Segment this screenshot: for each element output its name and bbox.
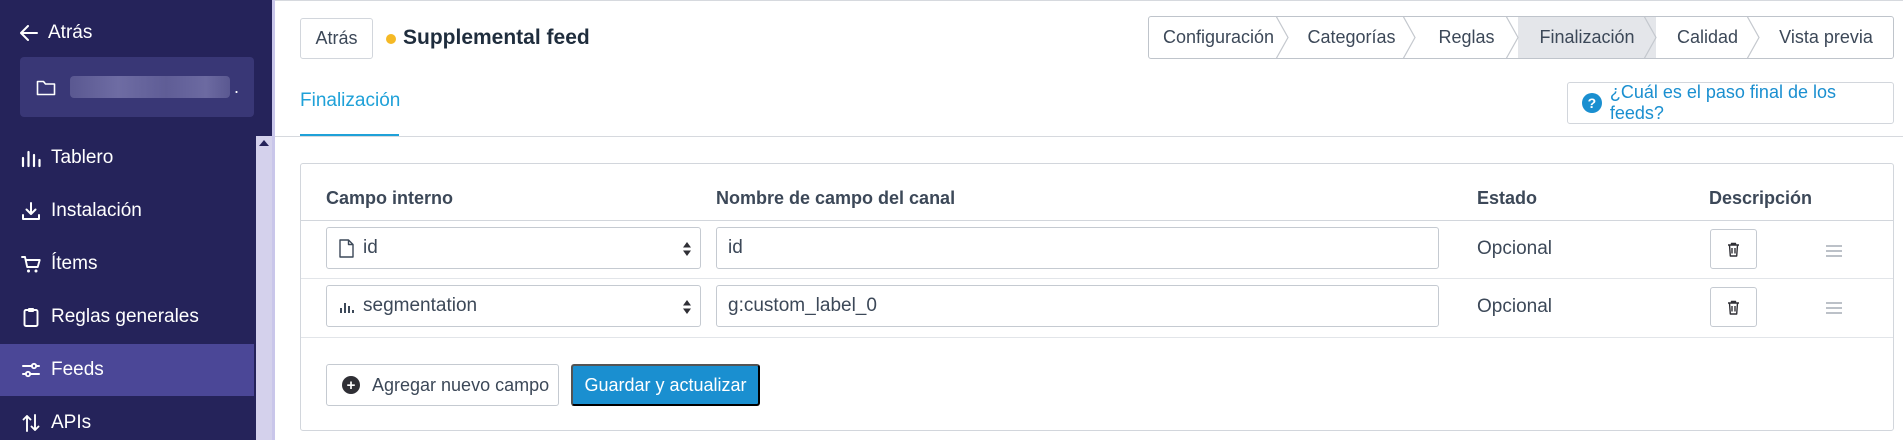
- sidebar-item-label: Ítems: [51, 253, 98, 274]
- drag-handle-icon[interactable]: [1825, 243, 1843, 259]
- step-label: Categorías: [1307, 27, 1396, 47]
- step-reglas[interactable]: Reglas: [1415, 17, 1519, 58]
- tab-finalizacion[interactable]: Finalización: [300, 90, 400, 112]
- add-field-label: Agregar nuevo campo: [372, 374, 550, 395]
- step-calidad[interactable]: Calidad: [1656, 17, 1760, 58]
- internal-field-value: segmentation: [363, 295, 478, 316]
- sidebar-item-reglas-generales[interactable]: Reglas generales: [0, 291, 254, 343]
- column-header-description: Descripción: [1709, 188, 1813, 208]
- internal-field-value: id: [363, 237, 378, 258]
- add-field-button[interactable]: + Agregar nuevo campo: [326, 364, 559, 406]
- tabs-divider: [275, 136, 1903, 137]
- sidebar-item-apis[interactable]: APIs: [0, 397, 254, 440]
- step-label: Vista previa: [1779, 27, 1873, 47]
- channel-field-value: g:custom_label_0: [728, 295, 877, 316]
- channel-field-input[interactable]: g:custom_label_0: [716, 285, 1439, 327]
- step-label: Configuración: [1162, 27, 1275, 47]
- project-name-suffix: .: [234, 76, 240, 97]
- question-circle-icon: ?: [1582, 93, 1602, 113]
- internal-field-select[interactable]: id: [326, 227, 701, 269]
- page-title: Supplemental feed: [403, 26, 590, 49]
- sidebar: Atrás . Tablero Instalación Ítems Reglas…: [0, 0, 272, 440]
- step-separator: [1403, 17, 1416, 58]
- bar-chart-icon: [337, 296, 355, 316]
- sidebar-item-label: Feeds: [51, 359, 104, 380]
- step-label: Calidad: [1676, 27, 1739, 47]
- sliders-icon: [22, 362, 40, 378]
- step-label: Reglas: [1438, 27, 1495, 47]
- sidebar-scrollbar[interactable]: [256, 136, 272, 440]
- clipboard-icon: [23, 308, 39, 327]
- file-icon: [337, 238, 355, 258]
- channel-field-value: id: [728, 237, 743, 258]
- step-separator: [1644, 17, 1657, 58]
- sidebar-item-instalacion[interactable]: Instalación: [0, 185, 254, 237]
- step-configuracion[interactable]: Configuración: [1149, 17, 1289, 58]
- header-divider: [301, 220, 1893, 221]
- select-arrows-icon: [683, 242, 691, 256]
- sidebar-back-label: Atrás: [48, 22, 93, 43]
- trash-icon: [1728, 242, 1739, 257]
- plus-circle-icon: +: [342, 376, 360, 394]
- sidebar-item-tablero[interactable]: Tablero: [0, 132, 254, 184]
- step-label: Finalización: [1539, 27, 1635, 47]
- row-divider: [301, 337, 1893, 338]
- cart-icon: [21, 256, 41, 273]
- delete-field-button[interactable]: [1710, 229, 1757, 269]
- project-name-redacted: [70, 76, 230, 98]
- sidebar-item-label: Reglas generales: [51, 306, 199, 327]
- wizard-stepper: Configuración Categorías Reglas Finaliza…: [1148, 16, 1894, 59]
- trash-icon: [1728, 300, 1739, 315]
- sidebar-item-label: Tablero: [51, 147, 114, 168]
- download-icon: [22, 202, 40, 220]
- scroll-up-arrow-icon[interactable]: [259, 140, 269, 146]
- column-header-channel: Nombre de campo del canal: [716, 188, 956, 208]
- field-status: Opcional: [1477, 238, 1552, 259]
- sidebar-item-items[interactable]: Ítems: [0, 238, 254, 290]
- arrow-left-icon: [20, 25, 38, 41]
- step-finalizacion[interactable]: Finalización: [1518, 17, 1657, 58]
- help-label: ¿Cuál es el paso final de los feeds?: [1609, 82, 1836, 123]
- back-button[interactable]: Atrás: [300, 18, 373, 59]
- sidebar-back-link[interactable]: Atrás: [20, 20, 92, 46]
- select-arrows-icon: [683, 300, 691, 314]
- field-status: Opcional: [1477, 296, 1552, 317]
- column-header-status: Estado: [1477, 188, 1538, 208]
- step-separator: [1506, 17, 1519, 58]
- internal-field-select[interactable]: segmentation: [326, 285, 701, 327]
- channel-field-input[interactable]: id: [716, 227, 1439, 269]
- step-vista-previa[interactable]: Vista previa: [1759, 17, 1893, 58]
- fields-panel: Campo interno Nombre de campo del canal …: [300, 163, 1894, 431]
- feed-status-dot: [386, 34, 396, 44]
- top-border: [275, 0, 1903, 1]
- help-link-button[interactable]: ? ¿Cuál es el paso final de los feeds?: [1567, 82, 1894, 124]
- step-separator: [1276, 17, 1289, 58]
- step-separator: [1747, 17, 1760, 58]
- project-selector[interactable]: .: [20, 57, 254, 117]
- column-header-internal: Campo interno: [326, 188, 454, 208]
- sidebar-item-label: APIs: [51, 412, 92, 433]
- row-divider: [301, 278, 1893, 279]
- folder-icon: [36, 80, 56, 95]
- sort-arrows-icon: [22, 414, 40, 432]
- delete-field-button[interactable]: [1710, 287, 1757, 327]
- sidebar-item-label: Instalación: [51, 200, 142, 221]
- save-and-update-button[interactable]: Guardar y actualizar: [571, 364, 760, 406]
- sidebar-item-feeds[interactable]: Feeds: [0, 344, 254, 396]
- drag-handle-icon[interactable]: [1825, 300, 1843, 316]
- bar-chart-icon: [21, 150, 41, 168]
- sidebar-divider: [272, 0, 275, 440]
- step-categorias[interactable]: Categorías: [1288, 17, 1416, 58]
